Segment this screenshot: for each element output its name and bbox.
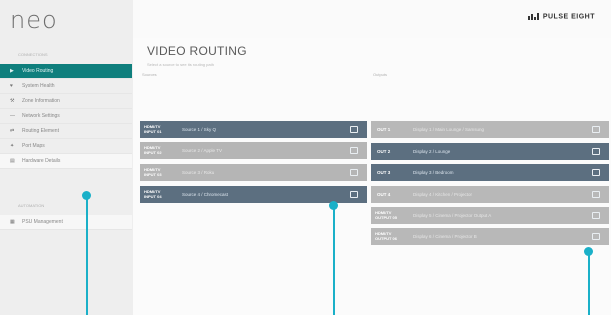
page-title: VIDEO ROUTING [147, 44, 247, 58]
monitor-icon [592, 169, 600, 176]
source-label: Source 3 / Roku [182, 170, 215, 175]
output-tag: HDMI/TV OUTPUT 05 [375, 210, 398, 220]
sidebar-item-label: Video Routing [22, 68, 54, 74]
grid-icon: ▦ [10, 219, 15, 225]
brand-logo: PULSE EIGHT [526, 13, 595, 20]
output-tag: OUT 2 [377, 149, 391, 154]
sidebar-item-routing-element[interactable]: ⇄ Routing Element [0, 124, 132, 139]
output-tag: OUT 4 [377, 192, 391, 197]
output-row[interactable]: OUT 2 Display 2 / Lounge [371, 143, 609, 160]
source-tag: HDMI/TV INPUT 01 [144, 124, 162, 134]
output-row[interactable]: HDMI/TV OUTPUT 06 Display 6 / Cinema / Pr… [371, 228, 609, 245]
chip-icon: ▤ [10, 158, 15, 164]
monitor-icon [592, 148, 600, 155]
sources-column-label: Sources [142, 72, 157, 77]
output-row[interactable]: OUT 3 Display 3 / Bedroom [371, 164, 609, 181]
source-label: Source 1 / Sky Q [182, 127, 217, 132]
heart-icon: ♥ [10, 83, 13, 89]
route-icon: ⇄ [10, 128, 15, 134]
sidebar-item-zone-information[interactable]: ⚒ Zone Information [0, 94, 132, 109]
play-icon: ▶ [10, 68, 14, 74]
output-label: Display 5 / Cinema / Projector Output A [413, 213, 492, 218]
monitor-icon [350, 126, 358, 133]
sidebar-item-psu-management[interactable]: ▦ PSU Management [0, 215, 132, 230]
callout-line-sources [333, 206, 335, 315]
output-row[interactable]: OUT 4 Display 4 / Kitchen / Projector [371, 186, 609, 203]
sidebar-item-label: Routing Element [22, 128, 59, 134]
sidebar-nav: ▶ Video Routing ♥ System Health ⚒ Zone I… [0, 64, 132, 169]
source-label: Source 4 / Chromecast [182, 192, 229, 197]
output-tag: OUT 3 [377, 170, 391, 175]
source-tag: HDMI/TV INPUT 02 [144, 145, 162, 155]
source-label: Source 2 / Apple TV [182, 148, 222, 153]
output-label: Display 6 / Cinema / Projector B [413, 234, 477, 239]
network-icon: — [10, 113, 15, 119]
sidebar-item-label: Port Maps [22, 143, 45, 149]
sidebar-item-label: Network Settings [22, 113, 60, 119]
callout-line-sidebar [86, 196, 88, 315]
wrench-icon: ⚒ [10, 98, 15, 104]
monitor-icon [592, 233, 600, 240]
output-label: Display 1 / Main Lounge / Samsung [413, 127, 485, 132]
monitor-icon [350, 147, 358, 154]
source-row[interactable]: HDMI/TV INPUT 01 Source 1 / Sky Q [140, 121, 367, 138]
sidebar: neo Connections ▶ Video Routing ♥ System… [0, 0, 134, 315]
monitor-icon [592, 191, 600, 198]
source-tag: HDMI/TV INPUT 03 [144, 167, 162, 177]
source-row[interactable]: HDMI/TV INPUT 02 Source 2 / Apple TV [140, 142, 367, 159]
sidebar-item-label: System Health [22, 83, 55, 89]
output-label: Display 3 / Bedroom [413, 170, 454, 175]
app-logo: neo [10, 6, 58, 34]
output-tag: OUT 1 [377, 127, 391, 132]
top-header: PULSE EIGHT [133, 0, 611, 39]
output-tag: HDMI/TV OUTPUT 06 [375, 231, 398, 241]
monitor-icon [350, 169, 358, 176]
sidebar-item-label: PSU Management [22, 219, 63, 225]
bars-icon [528, 13, 540, 20]
output-label: Display 2 / Lounge [413, 149, 451, 154]
output-row[interactable]: OUT 1 Display 1 / Main Lounge / Samsung [371, 121, 609, 138]
brand-text: PULSE EIGHT [542, 13, 595, 21]
output-row[interactable]: HDMI/TV OUTPUT 05 Display 5 / Cinema / Pr… [371, 207, 609, 224]
monitor-icon [350, 191, 358, 198]
callout-line-outputs [588, 252, 590, 315]
outputs-column-label: Outputs [373, 72, 388, 77]
sidebar-item-label: Hardware Details [22, 158, 61, 164]
sidebar-section-automation: Automation [18, 203, 45, 208]
sidebar-section-connections: Connections [18, 52, 48, 57]
page-subtitle: Select a source to see its routing path [147, 62, 214, 67]
sidebar-item-label: Zone Information [22, 98, 60, 104]
sidebar-item-video-routing[interactable]: ▶ Video Routing [0, 64, 132, 79]
source-row[interactable]: HDMI/TV INPUT 03 Source 3 / Roku [140, 164, 367, 181]
sidebar-item-hardware-details[interactable]: ▤ Hardware Details [0, 154, 132, 169]
monitor-icon [592, 126, 600, 133]
sidebar-item-port-maps[interactable]: ✦ Port Maps [0, 139, 132, 154]
sidebar-item-network-settings[interactable]: — Network Settings [0, 109, 132, 124]
sidebar-item-system-health[interactable]: ♥ System Health [0, 79, 132, 94]
map-icon: ✦ [10, 143, 15, 149]
sidebar-nav-automation: ▦ PSU Management [0, 215, 132, 230]
source-tag: HDMI/TV INPUT 04 [144, 189, 162, 199]
monitor-icon [592, 212, 600, 219]
output-label: Display 4 / Kitchen / Projector [413, 192, 473, 197]
